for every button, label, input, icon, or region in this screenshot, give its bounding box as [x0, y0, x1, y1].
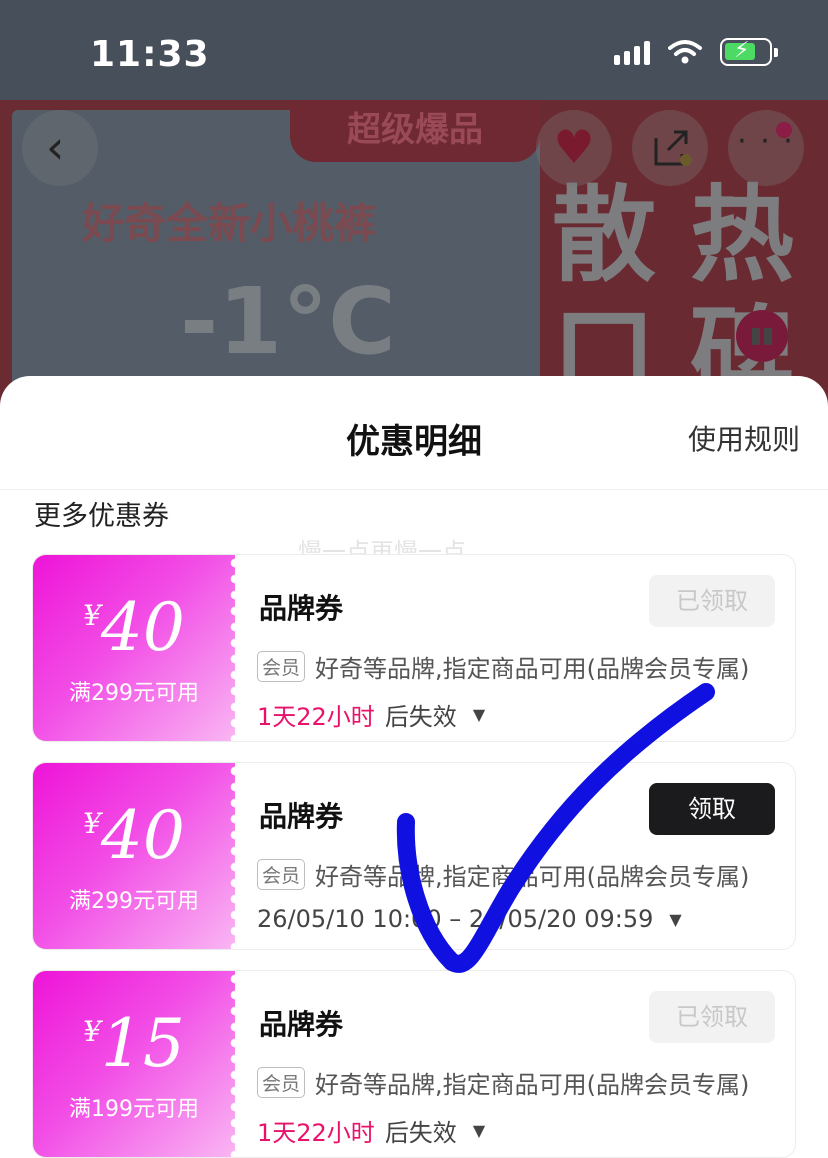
- caret-down-icon[interactable]: ▼: [473, 1121, 485, 1140]
- coupon-amount: ¥40: [33, 801, 235, 871]
- coupon-threshold: 满199元可用: [69, 1097, 199, 1122]
- caret-down-icon[interactable]: ▼: [669, 910, 681, 929]
- status-bar: 11:33 ⚡: [0, 0, 828, 100]
- chevron-left-icon: ‹: [46, 120, 65, 174]
- coupon-name: 品牌券: [259, 592, 344, 625]
- status-icons: ⚡: [614, 38, 778, 66]
- coupon-name: 品牌券: [259, 1008, 344, 1041]
- expiry-countdown: 1天22小时: [257, 703, 375, 731]
- coupon-expiry-row[interactable]: 1天22小时 后失效 ▼: [257, 1113, 485, 1148]
- signal-icon: [614, 39, 650, 65]
- coupon-expiry-row[interactable]: 1天22小时 后失效 ▼: [257, 697, 485, 732]
- amount-value: 40: [100, 589, 185, 666]
- claimed-button[interactable]: 已领取: [649, 575, 775, 627]
- coupon-description: 好奇等品牌,指定商品可用(品牌会员专属): [315, 863, 750, 891]
- coupon-card: ¥15 满199元可用 品牌券 已领取 会员 好奇等品牌,指定商品可用(品牌会员…: [32, 970, 796, 1158]
- caret-down-icon[interactable]: ▼: [473, 705, 485, 724]
- section-title: 更多优惠券: [34, 501, 169, 532]
- amount-value: 40: [100, 797, 185, 874]
- wifi-icon: [668, 40, 702, 64]
- heart-icon: ♥: [553, 120, 595, 174]
- coupon-description-row: 会员 好奇等品牌,指定商品可用(品牌会员专属): [257, 649, 749, 684]
- coupon-threshold: 满299元可用: [69, 681, 199, 706]
- sheet-header: 优惠明细 使用规则: [0, 376, 828, 490]
- banner-title: 好奇全新小桃裤: [82, 199, 377, 248]
- expiry-label: 后失效: [384, 1119, 457, 1147]
- coupon-card: ¥40 满299元可用 品牌券 领取 会员 好奇等品牌,指定商品可用(品牌会员专…: [32, 762, 796, 950]
- member-badge: 会员: [257, 651, 306, 682]
- banner-tag: 超级爆品: [290, 100, 540, 162]
- expiry-countdown: 1天22小时: [257, 1119, 375, 1147]
- banner-temperature: -1°C: [180, 268, 396, 375]
- back-button[interactable]: ‹: [22, 110, 98, 186]
- favorite-button[interactable]: ♥: [536, 110, 612, 186]
- validity-date-range: 26/05/10 10:00 – 26/05/20 09:59: [257, 905, 654, 933]
- live-chart-icon[interactable]: ▮▮: [736, 310, 788, 362]
- coupon-amount: ¥40: [33, 593, 235, 663]
- share-icon: [654, 130, 692, 166]
- share-button[interactable]: [632, 110, 708, 186]
- member-badge: 会员: [257, 859, 306, 890]
- coupon-card: ¥40 满299元可用 品牌券 已领取 会员 好奇等品牌,指定商品可用(品牌会员…: [32, 554, 796, 742]
- notification-dot: [776, 122, 792, 138]
- member-badge: 会员: [257, 1067, 306, 1098]
- coupon-value-panel: ¥15 满199元可用: [33, 971, 242, 1157]
- currency-symbol: ¥: [83, 1015, 101, 1048]
- coupon-name: 品牌券: [259, 800, 344, 833]
- coupon-description-row: 会员 好奇等品牌,指定商品可用(品牌会员专属): [257, 1065, 749, 1100]
- expiry-label: 后失效: [384, 703, 457, 731]
- status-time: 11:33: [90, 34, 210, 75]
- coupon-description-row: 会员 好奇等品牌,指定商品可用(品牌会员专属): [257, 857, 749, 892]
- coupon-validity-row[interactable]: 26/05/10 10:00 – 26/05/20 09:59 ▼: [257, 905, 682, 933]
- coupon-amount: ¥15: [33, 1009, 235, 1079]
- discount-detail-sheet: 优惠明细 使用规则 更多优惠券 慢一点再慢一点 ¥40 满299元可用 品牌券 …: [0, 376, 828, 1158]
- claimed-button[interactable]: 已领取: [649, 991, 775, 1043]
- coupon-description: 好奇等品牌,指定商品可用(品牌会员专属): [315, 655, 750, 683]
- usage-rules-link[interactable]: 使用规则: [688, 418, 800, 458]
- coupon-value-panel: ¥40 满299元可用: [33, 555, 242, 741]
- background-product-page: 超级爆品 好奇全新小桃裤 -1°C 散 热 口 碑 ‹ ♥ · · · ▮▮ 1…: [0, 0, 828, 420]
- coupon-value-panel: ¥40 满299元可用: [33, 763, 242, 949]
- claim-button[interactable]: 领取: [649, 783, 775, 835]
- more-button[interactable]: · · ·: [728, 110, 804, 186]
- coupon-threshold: 满299元可用: [69, 889, 199, 914]
- amount-value: 15: [100, 1005, 185, 1082]
- battery-charging-icon: ⚡: [720, 38, 778, 66]
- currency-symbol: ¥: [83, 807, 101, 840]
- coupon-description: 好奇等品牌,指定商品可用(品牌会员专属): [315, 1071, 750, 1099]
- currency-symbol: ¥: [83, 599, 101, 632]
